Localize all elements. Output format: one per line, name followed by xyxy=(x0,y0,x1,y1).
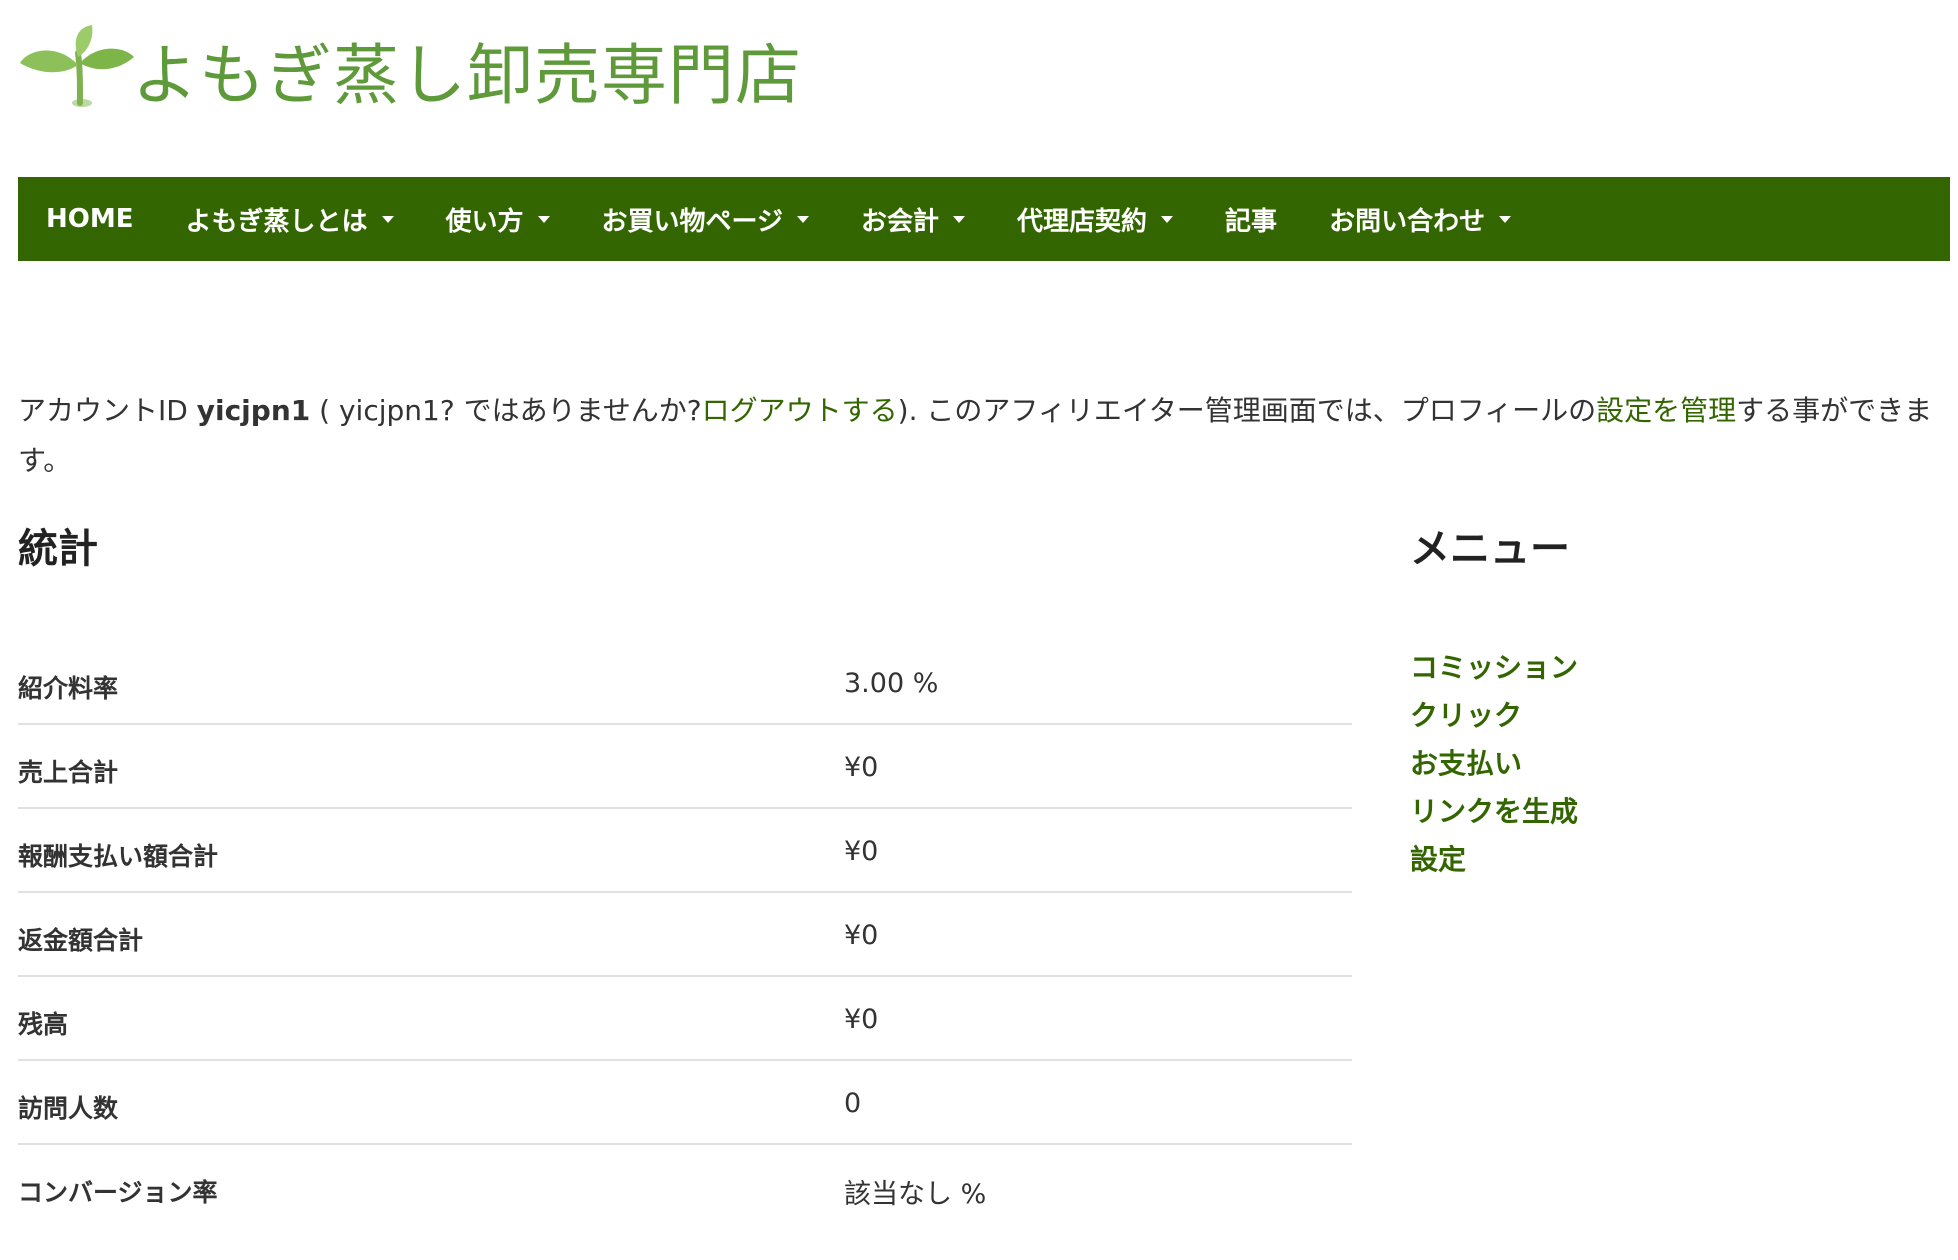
nav-item-about[interactable]: よもぎ蒸しとは xyxy=(186,201,394,238)
menu-item-commissions[interactable]: コミッション xyxy=(1410,644,1578,692)
manage-settings-link[interactable]: 設定を管理 xyxy=(1596,394,1736,427)
stat-label: 残高 xyxy=(18,1010,69,1039)
nav-item-agency[interactable]: 代理店契約 xyxy=(1017,201,1174,238)
logout-link[interactable]: ログアウトする xyxy=(702,394,898,427)
stat-label: 売上合計 xyxy=(18,758,119,787)
account-id: yicjpn1 xyxy=(196,394,311,427)
nav-item-label: HOME xyxy=(46,204,134,234)
stats-table: 紹介料率 3.00 % 売上合計 ¥0 報酬支払い額合計 ¥0 返金額合計 ¥0… xyxy=(18,641,1352,1229)
nav-item-home[interactable]: HOME xyxy=(46,204,134,234)
stats-heading: 統計 xyxy=(18,526,98,572)
nav-item-label: お問い合わせ xyxy=(1329,206,1486,237)
menu-item-settings[interactable]: 設定 xyxy=(1410,836,1578,884)
stat-value: ¥0 xyxy=(844,752,879,783)
stat-value: ¥0 xyxy=(844,1004,879,1035)
nav-item-usage[interactable]: 使い方 xyxy=(446,201,550,238)
nav-item-label: お会計 xyxy=(861,206,940,237)
table-row: 報酬支払い額合計 ¥0 xyxy=(18,809,1352,893)
caret-down-icon xyxy=(537,215,550,223)
nav-item-contact[interactable]: お問い合わせ xyxy=(1329,201,1512,238)
table-row: 訪問人数 0 xyxy=(18,1061,1352,1145)
nav-item-label: 記事 xyxy=(1225,206,1278,237)
nav-item-label: よもぎ蒸しとは xyxy=(185,206,368,237)
menu-item-payments[interactable]: お支払い xyxy=(1410,740,1578,788)
stat-label: 返金額合計 xyxy=(18,926,144,955)
page: よもぎ蒸し卸売専門店 HOME よもぎ蒸しとは 使い方 お買い物ページ お会計 … xyxy=(0,0,1958,1260)
caret-down-icon xyxy=(797,215,810,223)
nav-item-label: お買い物ページ xyxy=(601,206,784,237)
account-intro-text: アカウントID yicjpn1 ( yicjpn1? ではありませんか?ログアウ… xyxy=(18,386,1943,486)
stat-value: 0 xyxy=(844,1088,862,1119)
nav-item-label: 代理店契約 xyxy=(1017,206,1148,237)
main-navbar: HOME よもぎ蒸しとは 使い方 お買い物ページ お会計 代理店契約 記事 お問… xyxy=(18,177,1950,261)
site-logo-text[interactable]: よもぎ蒸し卸売専門店 xyxy=(132,22,802,118)
nav-item-shopping[interactable]: お買い物ページ xyxy=(601,201,810,238)
stat-label: 紹介料率 xyxy=(18,674,119,703)
caret-down-icon xyxy=(1499,215,1512,223)
table-row: 売上合計 ¥0 xyxy=(18,725,1352,809)
table-row: 残高 ¥0 xyxy=(18,977,1352,1061)
stat-value: 該当なし % xyxy=(844,1179,987,1210)
intro-prefix: アカウントID xyxy=(18,394,197,427)
stat-label: 訪問人数 xyxy=(18,1094,119,1123)
caret-down-icon xyxy=(1161,215,1174,223)
nav-item-articles[interactable]: 記事 xyxy=(1225,201,1277,238)
intro-middle: ). このアフィリエイター管理画面では、プロフィールの xyxy=(897,394,1597,427)
table-row: 返金額合計 ¥0 xyxy=(18,893,1352,977)
menu-heading: メニュー xyxy=(1410,526,1570,572)
stat-label: 報酬支払い額合計 xyxy=(18,842,219,871)
menu-item-clicks[interactable]: クリック xyxy=(1410,692,1578,740)
sprout-icon[interactable] xyxy=(18,23,138,113)
table-row: コンバージョン率 該当なし % xyxy=(18,1145,1352,1229)
caret-down-icon xyxy=(953,215,966,223)
stat-label: コンバージョン率 xyxy=(18,1178,218,1207)
intro-open: ( xyxy=(310,394,339,427)
stat-value: ¥0 xyxy=(844,836,879,867)
stat-value: ¥0 xyxy=(844,920,879,951)
affiliate-menu: コミッション クリック お支払い リンクを生成 設定 xyxy=(1410,644,1578,884)
table-row: 紹介料率 3.00 % xyxy=(18,641,1352,725)
nav-item-checkout[interactable]: お会計 xyxy=(861,201,966,238)
menu-item-generate-link[interactable]: リンクを生成 xyxy=(1410,788,1578,836)
site-header: よもぎ蒸し卸売専門店 xyxy=(18,18,802,118)
caret-down-icon xyxy=(381,215,394,223)
stat-value: 3.00 % xyxy=(844,668,939,699)
intro-not-you: yicjpn1? ではありませんか? xyxy=(338,394,702,427)
nav-item-label: 使い方 xyxy=(445,206,524,237)
